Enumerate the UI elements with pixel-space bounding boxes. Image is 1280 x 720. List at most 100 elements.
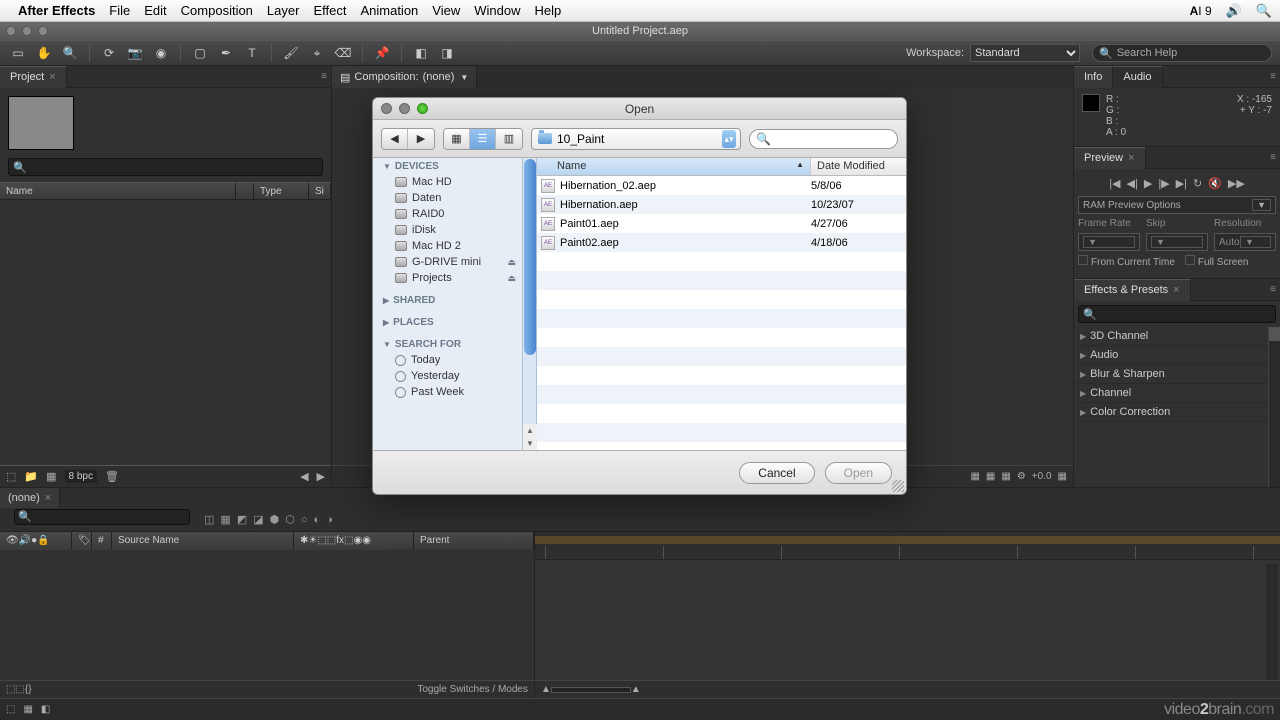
- col-header-name[interactable]: Name▲: [537, 158, 811, 175]
- column-view-button[interactable]: ▥: [496, 129, 522, 149]
- resolution-select[interactable]: Auto▼: [1214, 233, 1276, 251]
- exposure-value[interactable]: +0.0: [1032, 471, 1052, 482]
- forward-button[interactable]: ▶: [408, 129, 434, 149]
- resize-handle-icon[interactable]: [892, 480, 904, 492]
- footer-btn-icon[interactable]: ▦: [986, 471, 995, 482]
- dialog-search-input[interactable]: 🔍: [749, 129, 898, 149]
- from-current-checkbox[interactable]: From Current Time: [1078, 255, 1175, 268]
- col-num[interactable]: #: [92, 532, 112, 550]
- pen-tool-icon[interactable]: ✒: [216, 43, 236, 63]
- menu-layer[interactable]: Layer: [267, 3, 300, 18]
- dialog-titlebar[interactable]: Open: [373, 98, 906, 120]
- cancel-button[interactable]: Cancel: [739, 462, 814, 484]
- timeline-btn-icon[interactable]: ▦: [220, 513, 230, 526]
- menu-effect[interactable]: Effect: [313, 3, 346, 18]
- sidebar-section-shared[interactable]: ▶SHARED: [373, 292, 522, 308]
- timeline-btn-icon[interactable]: ◪: [253, 513, 263, 526]
- toolbar-misc2-icon[interactable]: ◨: [437, 43, 457, 63]
- timeline-btn-icon[interactable]: ⬡: [285, 513, 295, 526]
- col-size[interactable]: Si: [309, 183, 331, 199]
- timeline-ftr-icon[interactable]: ⬚: [6, 684, 15, 695]
- sidebar-item[interactable]: Mac HD: [373, 174, 522, 190]
- mute-icon[interactable]: 🔇: [1208, 177, 1222, 190]
- sidebar-item[interactable]: Today: [373, 352, 522, 368]
- footer-btn-icon[interactable]: ⚙: [1017, 471, 1026, 482]
- effects-category[interactable]: ▶Color Correction: [1074, 403, 1280, 422]
- status-icon[interactable]: ◧: [41, 704, 50, 715]
- panel-menu-icon[interactable]: ≡: [1270, 71, 1276, 82]
- tab-info[interactable]: Info: [1074, 66, 1113, 88]
- tab-audio[interactable]: Audio: [1113, 66, 1162, 88]
- next-frame-icon[interactable]: |▶: [1158, 177, 1169, 190]
- rotate-tool-icon[interactable]: ⟳: [99, 43, 119, 63]
- folder-icon[interactable]: 📁: [24, 470, 38, 483]
- effects-category[interactable]: ▶Blur & Sharpen: [1074, 365, 1280, 384]
- first-frame-icon[interactable]: |◀: [1109, 177, 1120, 190]
- sidebar-item[interactable]: G-DRIVE mini⏏: [373, 254, 522, 270]
- interpret-icon[interactable]: ⬚: [6, 470, 16, 483]
- timeline-search-input[interactable]: 🔍: [14, 509, 190, 525]
- scrollbar[interactable]: ▲ ▼: [523, 158, 537, 450]
- list-view-button[interactable]: ☰: [470, 129, 496, 149]
- file-row[interactable]: AEHibernation.aep10/23/07: [537, 195, 906, 214]
- close-icon[interactable]: [381, 103, 392, 114]
- file-row[interactable]: AEHibernation_02.aep5/8/06: [537, 176, 906, 195]
- sidebar-item[interactable]: Daten: [373, 190, 522, 206]
- tab-project[interactable]: Project: [0, 66, 67, 88]
- back-button[interactable]: ◀: [382, 129, 408, 149]
- rect-tool-icon[interactable]: ▢: [190, 43, 210, 63]
- col-header-date[interactable]: Date Modified: [811, 158, 906, 175]
- eraser-tool-icon[interactable]: ⌫: [333, 43, 353, 63]
- zoom-window-icon[interactable]: [38, 26, 48, 36]
- col-name[interactable]: Name: [0, 183, 236, 199]
- sidebar-item[interactable]: iDisk: [373, 222, 522, 238]
- scrollbar[interactable]: [1268, 327, 1280, 487]
- panel-menu-icon[interactable]: ≡: [1270, 284, 1276, 295]
- col-label[interactable]: [236, 183, 254, 199]
- effects-category[interactable]: ▶Audio: [1074, 346, 1280, 365]
- toolbar-misc1-icon[interactable]: ◧: [411, 43, 431, 63]
- project-search-input[interactable]: 🔍: [8, 158, 323, 176]
- brush-tool-icon[interactable]: 🖌: [281, 43, 301, 63]
- sidebar-section-places[interactable]: ▶PLACES: [373, 314, 522, 330]
- path-select[interactable]: 10_Paint ▴▾: [531, 128, 741, 150]
- skip-select[interactable]: ▼: [1146, 233, 1208, 251]
- scroll-down-icon[interactable]: ▼: [523, 437, 537, 450]
- minimize-window-icon[interactable]: [22, 26, 32, 36]
- timeline-ruler[interactable]: [535, 532, 1280, 560]
- open-button[interactable]: Open: [825, 462, 892, 484]
- tab-effects-presets[interactable]: Effects & Presets: [1074, 279, 1191, 301]
- timeline-btn-icon[interactable]: ◩: [237, 513, 247, 526]
- toggle-switches-button[interactable]: Toggle Switches / Modes: [417, 684, 528, 695]
- volume-icon[interactable]: 🔊: [1226, 3, 1242, 19]
- col-parent[interactable]: Parent: [414, 532, 534, 550]
- sidebar-item[interactable]: RAID0: [373, 206, 522, 222]
- timeline-ftr-icon[interactable]: {}: [25, 684, 32, 695]
- status-icon[interactable]: ⬚: [6, 704, 15, 715]
- eject-icon[interactable]: ⏏: [507, 273, 516, 284]
- zoom-icon[interactable]: [417, 103, 428, 114]
- hand-tool-icon[interactable]: ✋: [34, 43, 54, 63]
- prev-frame-icon[interactable]: ◀|: [1127, 177, 1138, 190]
- col-source[interactable]: Source Name: [112, 532, 294, 550]
- last-frame-icon[interactable]: ▶|: [1176, 177, 1187, 190]
- menu-file[interactable]: File: [109, 3, 130, 18]
- trash-icon[interactable]: 🗑: [105, 470, 119, 483]
- framerate-select[interactable]: ▼: [1078, 233, 1140, 251]
- camera-tool-icon[interactable]: 📷: [125, 43, 145, 63]
- menu-help[interactable]: Help: [534, 3, 561, 18]
- spotlight-icon[interactable]: 🔍: [1256, 3, 1272, 19]
- sidebar-item[interactable]: Projects⏏: [373, 270, 522, 286]
- footer-btn-icon[interactable]: ▦: [1001, 471, 1010, 482]
- zoom-tool-icon[interactable]: 🔍: [60, 43, 80, 63]
- prev-icon[interactable]: ◀: [300, 470, 308, 483]
- selection-tool-icon[interactable]: ▭: [8, 43, 28, 63]
- scroll-up-icon[interactable]: ▲: [523, 424, 537, 437]
- col-type[interactable]: Type: [254, 183, 309, 199]
- zoom-in-icon[interactable]: ▲: [631, 684, 641, 695]
- panel-menu-icon[interactable]: ≡: [1270, 152, 1276, 163]
- loop-icon[interactable]: ↻: [1193, 177, 1202, 190]
- search-help-input[interactable]: 🔍 Search Help: [1092, 44, 1272, 62]
- full-screen-checkbox[interactable]: Full Screen: [1185, 255, 1249, 268]
- sidebar-section-devices[interactable]: ▼DEVICES: [373, 158, 522, 174]
